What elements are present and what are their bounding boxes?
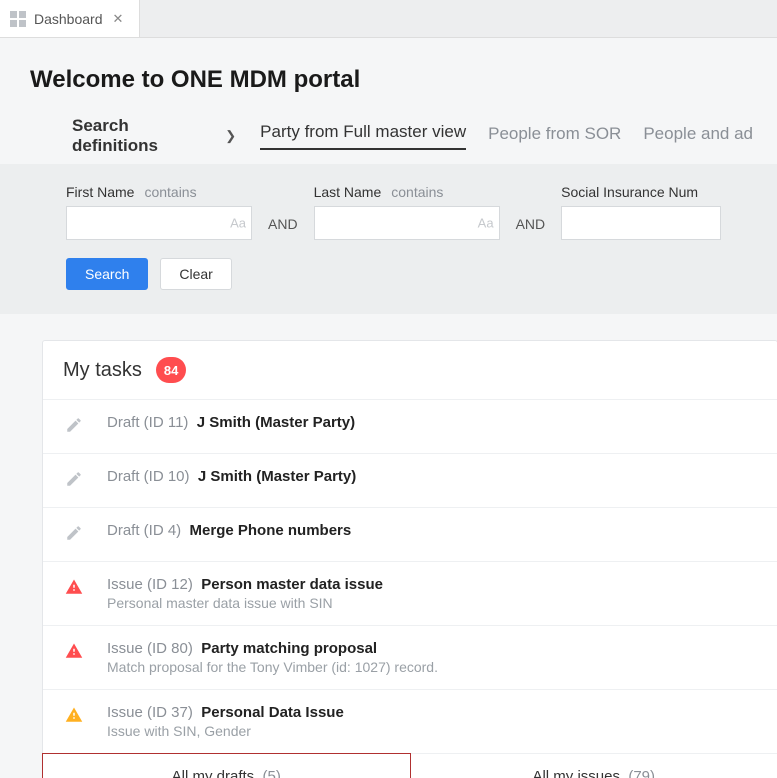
task-title: Merge Phone numbers (190, 522, 352, 539)
card-title: My tasks (63, 359, 142, 382)
task-title: Party matching proposal (201, 640, 377, 657)
footer-count: (79) (628, 768, 655, 778)
task-row[interactable]: Draft (ID 11) J Smith (Master Party) (43, 399, 777, 453)
task-row[interactable]: Issue (ID 12) Person master data issue Pe… (43, 561, 777, 625)
page: Welcome to ONE MDM portal Search definit… (0, 38, 777, 156)
footer-label: All my drafts (172, 768, 255, 778)
tasks-count-badge: 84 (156, 357, 186, 383)
card-footer: All my drafts (5) All my issues (79) (43, 753, 777, 778)
search-field-sin: Social Insurance Num (561, 184, 721, 240)
task-row[interactable]: Draft (ID 10) J Smith (Master Party) (43, 453, 777, 507)
search-field-first-name: First Name contains Aa (66, 184, 252, 240)
task-list: Draft (ID 11) J Smith (Master Party)Draf… (43, 399, 777, 753)
pencil-icon (65, 470, 83, 493)
all-my-issues-link[interactable]: All my issues (79) (411, 754, 777, 778)
clear-button[interactable]: Clear (160, 258, 231, 290)
field-label: Last Name (314, 184, 382, 200)
last-name-input[interactable] (314, 206, 500, 240)
footer-label: All my issues (532, 768, 620, 778)
case-sensitive-icon[interactable]: Aa (478, 216, 494, 231)
field-label: Social Insurance Num (561, 184, 698, 200)
task-subtitle: Issue with SIN, Gender (107, 723, 757, 739)
task-meta: Issue (ID 37) (107, 704, 193, 721)
first-name-input[interactable] (66, 206, 252, 240)
my-tasks-card: My tasks 84 Draft (ID 11) J Smith (Maste… (42, 340, 777, 778)
task-meta: Draft (ID 10) (107, 468, 190, 485)
alert-triangle-red-icon (65, 642, 83, 665)
card-header: My tasks 84 (43, 341, 777, 399)
field-operator: contains (144, 184, 196, 200)
task-title: J Smith (Master Party) (198, 468, 356, 485)
search-field-last-name: Last Name contains Aa (314, 184, 500, 240)
task-meta: Issue (ID 12) (107, 576, 193, 593)
task-title: Person master data issue (201, 576, 383, 593)
chevron-right-icon: ❯ (225, 128, 236, 144)
task-subtitle: Match proposal for the Tony Vimber (id: … (107, 659, 757, 675)
search-definitions-tabs: Party from Full master view People from … (260, 122, 753, 150)
search-button[interactable]: Search (66, 258, 148, 290)
tab-title: Dashboard (34, 11, 103, 27)
pencil-icon (65, 524, 83, 547)
search-definitions-label: Search definitions (72, 116, 201, 156)
sin-input[interactable] (561, 206, 721, 240)
browser-tab-dashboard[interactable]: Dashboard ✕ (0, 0, 140, 37)
dashboard-icon (10, 11, 26, 27)
task-row[interactable]: Draft (ID 4) Merge Phone numbers (43, 507, 777, 561)
alert-triangle-red-icon (65, 578, 83, 601)
pencil-icon (65, 416, 83, 439)
case-sensitive-icon[interactable]: Aa (230, 216, 246, 231)
task-subtitle: Personal master data issue with SIN (107, 595, 757, 611)
app-tabbar: Dashboard ✕ (0, 0, 777, 38)
join-operator: AND (516, 216, 546, 240)
close-icon[interactable]: ✕ (111, 9, 126, 29)
tab-people-and-ad[interactable]: People and ad (643, 124, 753, 150)
task-row[interactable]: Issue (ID 80) Party matching proposal Mat… (43, 625, 777, 689)
search-actions: Search Clear (66, 258, 777, 290)
task-row[interactable]: Issue (ID 37) Personal Data Issue Issue w… (43, 689, 777, 753)
task-meta: Draft (ID 11) (107, 414, 188, 431)
footer-count: (5) (263, 768, 281, 778)
page-title: Welcome to ONE MDM portal (30, 66, 753, 94)
tab-people-from-sor[interactable]: People from SOR (488, 124, 621, 150)
alert-triangle-amber-icon (65, 706, 83, 729)
join-operator: AND (268, 216, 298, 240)
search-definitions-row: Search definitions ❯ Party from Full mas… (72, 116, 753, 156)
tab-party-full-master[interactable]: Party from Full master view (260, 122, 466, 150)
task-title: J Smith (Master Party) (197, 414, 355, 431)
search-fields: First Name contains Aa AND Last Name con… (0, 184, 777, 240)
task-meta: Draft (ID 4) (107, 522, 181, 539)
task-title: Personal Data Issue (201, 704, 344, 721)
field-operator: contains (391, 184, 443, 200)
task-meta: Issue (ID 80) (107, 640, 193, 657)
all-my-drafts-link[interactable]: All my drafts (5) (42, 753, 411, 778)
field-label: First Name (66, 184, 134, 200)
search-panel: First Name contains Aa AND Last Name con… (0, 164, 777, 314)
